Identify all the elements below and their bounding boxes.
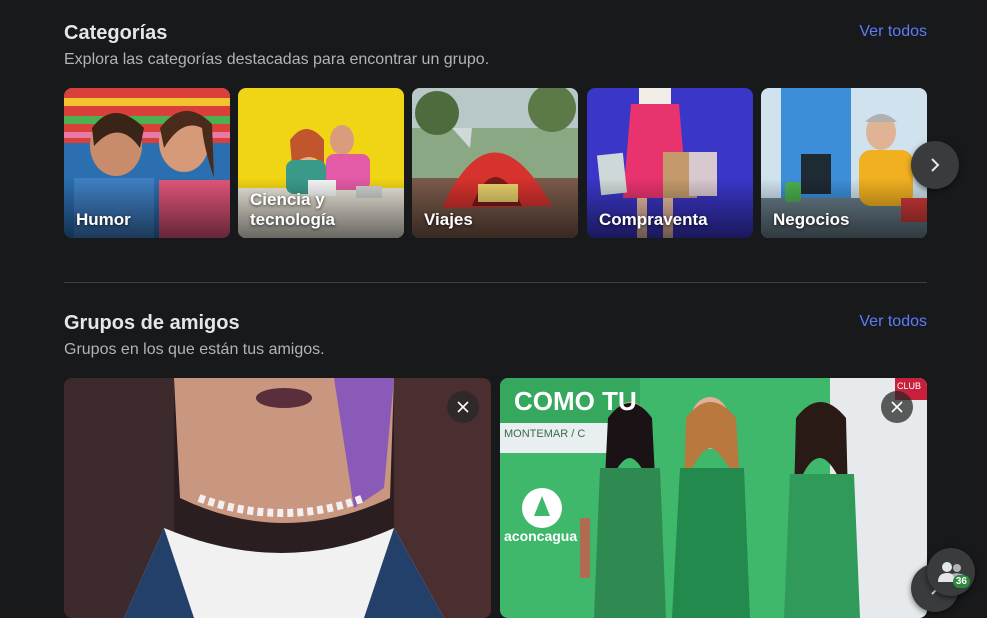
dismiss-group-button[interactable] bbox=[881, 391, 913, 423]
category-carousel: Humor Ciencia y tecnología Viajes Compra… bbox=[64, 88, 927, 238]
categories-title: Categorías bbox=[64, 22, 168, 44]
categories-next-button[interactable] bbox=[911, 141, 959, 189]
friends-chat-button[interactable]: 36 bbox=[927, 548, 975, 596]
group-cover-photo bbox=[64, 378, 491, 618]
chevron-right-icon bbox=[931, 158, 940, 172]
dismiss-group-button[interactable] bbox=[447, 391, 479, 423]
close-icon bbox=[891, 401, 903, 413]
friends-groups-title: Grupos de amigos bbox=[64, 312, 240, 334]
categories-header: Categorías Explora las categorías destac… bbox=[64, 22, 927, 69]
friends-groups-see-all-link[interactable]: Ver todos bbox=[859, 313, 927, 331]
online-friends-count: 36 bbox=[952, 575, 970, 588]
categories-see-all-link[interactable]: Ver todos bbox=[859, 23, 927, 41]
category-card-travel[interactable]: Viajes bbox=[412, 88, 578, 238]
friends-groups-subtitle: Grupos en los que están tus amigos. bbox=[64, 341, 325, 358]
group-card[interactable]: COMO TU MONTEMAR / C aconcagua CLUB bbox=[500, 378, 927, 618]
category-label: Humor bbox=[76, 210, 131, 229]
group-card[interactable] bbox=[64, 378, 491, 618]
close-icon bbox=[457, 401, 469, 413]
photo-brand-text: aconcagua bbox=[504, 528, 578, 544]
category-card-business[interactable]: Negocios bbox=[761, 88, 927, 238]
category-label: Ciencia y tecnología bbox=[250, 190, 336, 229]
category-label: Negocios bbox=[773, 210, 850, 229]
category-card-science-tech[interactable]: Ciencia y tecnología bbox=[238, 88, 404, 238]
section-divider bbox=[64, 282, 927, 283]
category-card-humor[interactable]: Humor bbox=[64, 88, 230, 238]
category-label: Compraventa bbox=[599, 210, 708, 229]
photo-sign-text: MONTEMAR / C bbox=[504, 428, 586, 440]
photo-corner-badge: CLUB bbox=[897, 381, 922, 391]
category-card-marketplace[interactable]: Compraventa bbox=[587, 88, 753, 238]
friends-groups-header: Grupos de amigos Grupos en los que están… bbox=[64, 312, 927, 359]
categories-subtitle: Explora las categorías destacadas para e… bbox=[64, 51, 490, 68]
photo-banner-text: COMO TU bbox=[514, 386, 637, 416]
category-label: Viajes bbox=[424, 210, 473, 229]
